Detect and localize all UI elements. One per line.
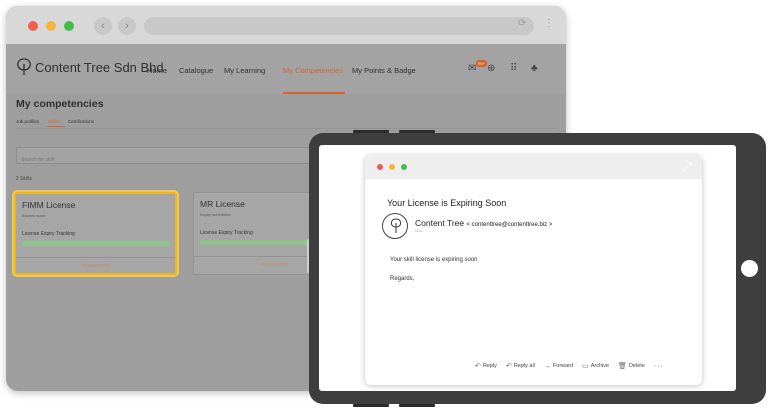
address-bar[interactable] [144,17,534,35]
back-icon[interactable]: ‹ [94,17,112,35]
forward-icon[interactable]: › [118,17,136,35]
notification-badge: 99+ [476,60,487,67]
forward-icon: → [543,362,551,370]
assessment-link[interactable]: Assessment [16,263,175,269]
avatar[interactable]: ♣ [531,63,538,74]
more-options-icon[interactable]: ··· [654,363,664,370]
card-status: Expires soon [22,213,46,218]
archive-label: Archive [590,363,610,369]
active-tab-indicator [47,126,65,127]
divider [16,128,556,129]
tree-logo-icon [390,218,402,233]
close-window-button[interactable] [377,164,383,170]
apps-grid-icon[interactable]: ⠿ [510,63,517,74]
divider [16,257,175,258]
nav-my-learning[interactable]: My Learning [224,66,265,75]
reply-button[interactable]: ↶ Reply [475,362,497,370]
delete-button[interactable]: 🗑 Delete [618,362,645,370]
delete-label: Delete [628,363,645,369]
card-label: License Expiry Tracking [22,231,75,237]
forward-button[interactable]: → Forward [544,363,573,370]
archive-button[interactable]: ▭ Archive [582,362,609,370]
tablet-button [353,130,389,133]
refresh-icon[interactable]: ⟳ [518,18,526,29]
trash-icon: 🗑 [618,363,627,370]
avatar [382,213,408,239]
tree-logo-icon [17,58,31,75]
recipient-line: To: me [415,230,423,233]
nav-catalogue[interactable]: Catalogue [179,66,213,75]
maximize-window-button[interactable] [401,164,407,170]
tablet-button [353,404,389,407]
maximize-window-button[interactable] [64,21,74,31]
email-window: ⤢ Your License is Expiring Soon Content … [365,155,702,385]
reply-all-button[interactable]: ↶ Reply all [506,362,535,370]
minimize-window-button[interactable] [46,21,56,31]
sender-email: < contenttree@contenttree.biz > [466,222,553,228]
active-nav-indicator [283,92,345,94]
email-body: Your skill license is expiring soon [390,257,478,263]
skill-card-fimm[interactable]: FIMM License Expires soon License Expiry… [14,192,177,275]
tablet-button [399,130,435,133]
globe-icon[interactable]: ⊕ [487,63,495,74]
menu-icon[interactable]: ⋮ [544,18,554,29]
expand-icon[interactable]: ⤢ [682,159,692,175]
reply-label: Reply [482,363,497,369]
card-label: License Expiry Tracking [200,230,253,236]
nav-my-competencies[interactable]: My Competencies [283,66,343,75]
page-title: My competencies [16,98,104,110]
email-titlebar: ⤢ [365,155,702,179]
nav-my-points-badge[interactable]: My Points & Badge [352,66,416,75]
tablet-button [399,404,435,407]
card-title: FIMM License [22,200,76,210]
progress-bar [22,241,171,246]
skills-count: 2 Skills [16,176,32,182]
forward-label: Forward [552,363,574,369]
reply-all-label: Reply all [513,363,535,369]
home-button[interactable] [741,260,758,277]
email-actions: ↶ Reply ↶ Reply all → Forward ▭ Archive … [475,362,664,371]
email-signoff: Regards, [390,276,415,282]
progress-fill [22,241,171,246]
site-navbar: Content Tree Sdn Bhd Home Catalogue My L… [6,44,566,94]
tablet-button [307,239,309,273]
sender: Content Tree < contenttree@contenttree.b… [415,218,552,228]
tab-skills[interactable]: Skills [48,119,59,124]
tab-job-profiles[interactable]: Job profiles [16,119,39,124]
email-subject: Your License is Expiring Soon [387,198,507,208]
brand-logo[interactable]: Content Tree Sdn Bhd [16,58,164,76]
sender-name: Content Tree [415,218,465,228]
archive-icon: ▭ [582,363,589,370]
card-title: MR License [200,199,245,209]
card-status: Expiry scheduled [200,212,231,217]
minimize-window-button[interactable] [389,164,395,170]
tab-certifications[interactable]: Certifications [68,119,94,124]
close-window-button[interactable] [28,21,38,31]
nav-home[interactable]: Home [147,66,167,75]
reply-icon: ↶ [475,363,481,370]
brand-name: Content Tree Sdn Bhd [35,59,164,75]
reply-all-icon: ↶ [505,363,512,370]
browser-toolbar: ‹ › ⟳ ⋮ [6,6,566,44]
